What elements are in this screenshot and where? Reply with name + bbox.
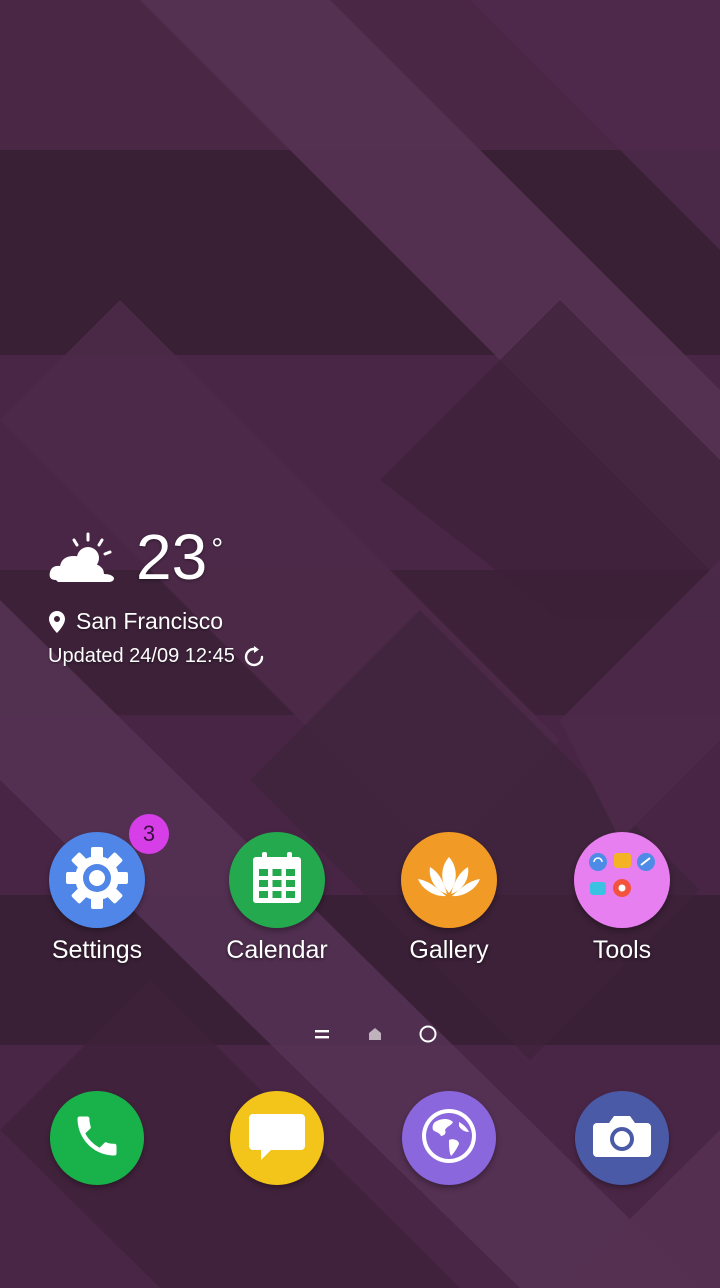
weather-widget[interactable]: 23 ° San Francisco Updated 24/09 12:45 <box>48 520 265 668</box>
menu-indicator[interactable] <box>314 1024 330 1048</box>
home-indicator[interactable] <box>367 1024 383 1048</box>
equals-icon <box>314 1027 330 1046</box>
app-label: Gallery <box>409 936 489 964</box>
app-label: Tools <box>592 936 652 964</box>
folder-icon <box>582 848 662 913</box>
location-label: San Francisco <box>76 608 224 634</box>
browser-app-icon[interactable] <box>402 1091 496 1185</box>
dock-browser[interactable] <box>379 1091 519 1185</box>
app-settings[interactable]: 3 Settings <box>27 814 169 965</box>
dock-phone[interactable] <box>27 1091 167 1185</box>
dock-camera[interactable] <box>552 1091 692 1185</box>
app-tools[interactable]: Tools <box>552 832 692 965</box>
calendar-icon <box>248 849 306 912</box>
globe-icon <box>419 1106 479 1171</box>
page-indicators <box>0 1024 720 1048</box>
phone-icon <box>71 1110 123 1167</box>
degree-symbol: ° <box>211 533 224 566</box>
phone-app-icon[interactable] <box>50 1091 144 1185</box>
message-icon <box>247 1108 307 1169</box>
settings-app-icon[interactable]: 3 <box>49 814 169 928</box>
calendar-app-icon[interactable] <box>229 832 325 928</box>
messages-app-icon[interactable] <box>230 1091 324 1185</box>
app-gallery[interactable]: Gallery <box>379 832 519 965</box>
temperature: 23 <box>136 521 208 593</box>
app-calendar[interactable]: Calendar <box>207 832 347 965</box>
page-indicator[interactable] <box>418 1024 438 1048</box>
app-label: Calendar <box>226 936 328 964</box>
camera-icon <box>591 1111 653 1166</box>
tools-folder-icon[interactable] <box>574 832 670 928</box>
home-icon <box>367 1026 383 1047</box>
page-dot-icon <box>418 1024 438 1049</box>
partly-sunny-icon <box>48 530 116 586</box>
gallery-app-icon[interactable] <box>401 832 497 928</box>
location-pin-icon <box>48 610 66 633</box>
dock-messages[interactable] <box>207 1091 347 1185</box>
app-label: Settings <box>51 936 143 964</box>
gear-icon <box>62 843 132 918</box>
refresh-icon[interactable] <box>243 645 265 668</box>
lotus-icon <box>416 853 482 908</box>
updated-label: Updated 24/09 12:45 <box>48 645 235 667</box>
camera-app-icon[interactable] <box>575 1091 669 1185</box>
notification-badge: 3 <box>129 814 169 854</box>
